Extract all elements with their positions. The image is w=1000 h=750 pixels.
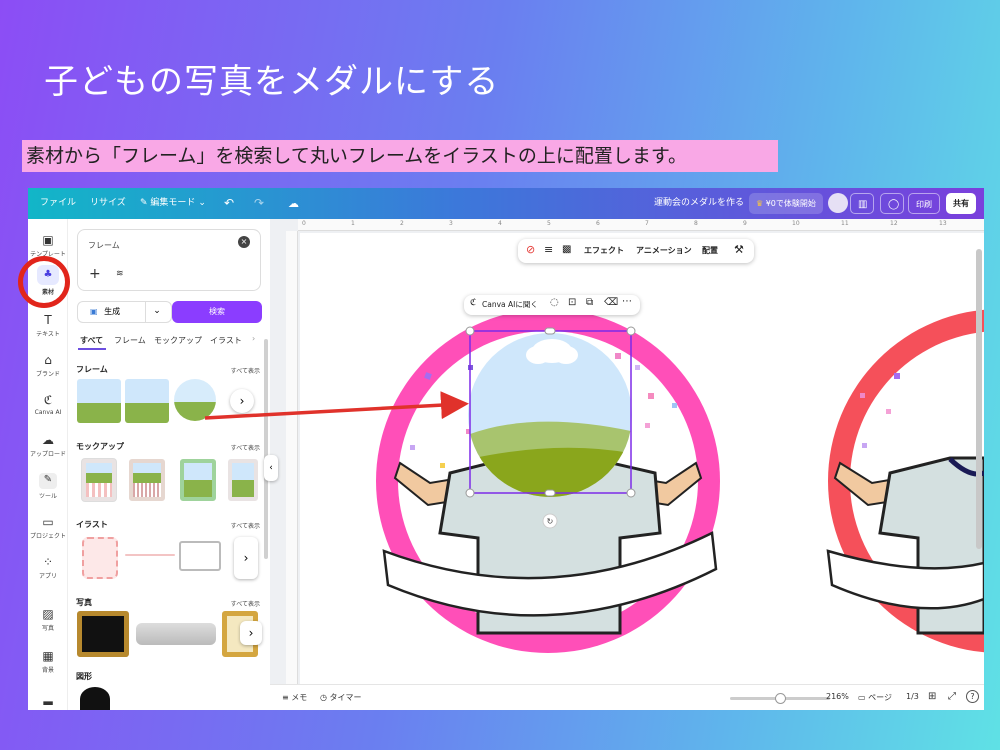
- arrow-annotation: [204, 391, 469, 420]
